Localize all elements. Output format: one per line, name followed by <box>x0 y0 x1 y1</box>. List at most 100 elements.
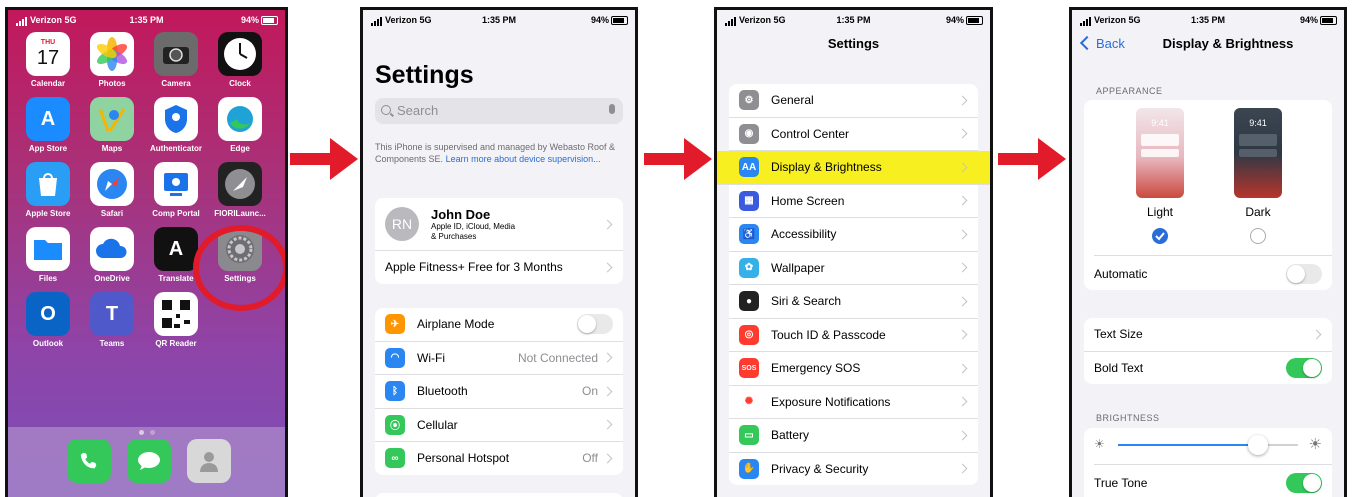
row-label: Wallpaper <box>771 260 825 275</box>
comp-portal-icon <box>154 162 198 206</box>
maps-icon <box>90 97 134 141</box>
slider-thumb[interactable] <box>1248 435 1269 455</box>
app-files[interactable]: Files <box>18 227 78 283</box>
app-maps[interactable]: Maps <box>82 97 142 153</box>
apple-id-row[interactable]: RN John Doe Apple ID, iCloud, Media & Pu… <box>375 198 623 251</box>
chevron-right-icon <box>957 329 968 340</box>
app-clock[interactable]: Clock <box>210 32 270 88</box>
dark-preview-time: 9:41 <box>1249 118 1267 128</box>
app-comp-portal[interactable]: Comp Portal <box>146 162 206 218</box>
battery-percent: 94% <box>1299 15 1318 25</box>
settings-row-cellular[interactable]: ⦿ Cellular <box>375 409 623 442</box>
fitness-label: Apple Fitness+ Free for 3 Months <box>385 260 563 275</box>
settings-row-privacy-security[interactable]: ✋ Privacy & Security <box>729 453 978 486</box>
fitness-row[interactable]: Apple Fitness+ Free for 3 Months <box>375 251 623 284</box>
messages-icon <box>127 439 171 483</box>
dock-contacts[interactable] <box>179 439 239 483</box>
arrow-icon <box>998 138 1066 180</box>
avatar: RN <box>385 207 419 241</box>
settings-row-bluetooth[interactable]: ᛒ Bluetooth On <box>375 375 623 409</box>
settings-row-accessibility[interactable]: ♿ Accessibility <box>729 218 978 252</box>
arrow-icon <box>290 138 358 180</box>
appearance-label: APPEARANCE <box>1096 86 1163 96</box>
settings-row-control-center[interactable]: ◉ Control Center <box>729 118 978 151</box>
text-size-row[interactable]: Text Size <box>1084 318 1332 352</box>
app-photos[interactable]: Photos <box>82 32 142 88</box>
chevron-right-icon <box>957 396 968 407</box>
dark-radio-icon[interactable] <box>1250 228 1266 244</box>
app-store-icon: A <box>26 97 70 141</box>
row-label: Battery <box>771 428 810 443</box>
app-authenticator[interactable]: Authenticator <box>146 97 206 153</box>
files-icon <box>26 227 70 271</box>
settings-row-battery[interactable]: ▭ Battery <box>729 419 978 453</box>
search-input[interactable]: Search <box>375 98 623 124</box>
battery-percent: 94% <box>240 15 259 25</box>
next-card <box>375 493 623 497</box>
supervision-note: This iPhone is supervised and managed by… <box>375 142 615 164</box>
privacy-security-icon: ✋ <box>739 458 759 479</box>
true-tone-row: True Tone <box>1084 467 1332 497</box>
bold-text-toggle[interactable] <box>1286 357 1322 378</box>
bold-text-row: Bold Text <box>1084 352 1332 385</box>
automatic-row: Automatic <box>1084 258 1332 290</box>
app-onedrive[interactable]: OneDrive <box>82 227 142 283</box>
chevron-right-icon <box>957 229 968 240</box>
contacts-icon <box>187 439 231 483</box>
sun-large-icon: ☀ <box>1308 436 1322 453</box>
app-app-store[interactable]: A App Store <box>18 97 78 153</box>
cellular-icon: ⦿ <box>385 414 405 435</box>
app-label: Apple Store <box>25 209 71 218</box>
settings-row-display-brightness[interactable]: AA Display & Brightness <box>717 151 990 185</box>
row-label: Accessibility <box>771 227 837 242</box>
app-apple-store[interactable]: Apple Store <box>18 162 78 218</box>
dock-messages[interactable] <box>119 439 179 483</box>
row-label: Display & Brightness <box>771 160 882 175</box>
row-label: Wi-Fi <box>417 350 445 365</box>
app-teams[interactable]: T Teams <box>82 292 142 348</box>
chevron-right-icon <box>602 419 613 430</box>
automatic-toggle[interactable] <box>1286 264 1322 285</box>
settings-row-home-screen[interactable]: ▦ Home Screen <box>729 185 978 218</box>
light-preview[interactable]: 9:41 <box>1136 108 1184 198</box>
app-label: FIORILaunc... <box>214 209 266 218</box>
app-safari[interactable]: Safari <box>82 162 142 218</box>
settings-row-touch-id-passcode[interactable]: ◎ Touch ID & Passcode <box>729 319 978 352</box>
status-bar: Verizon 5G 1:35 PM 94% <box>1072 10 1344 30</box>
settings-list-card: ⚙ General ◉ Control Center AA Display & Brigh… <box>717 84 990 486</box>
app-fiorilaunc[interactable]: FIORILaunc... <box>210 162 270 218</box>
dock-phone[interactable] <box>59 439 119 483</box>
photos-icon <box>90 32 134 76</box>
battery-icon <box>261 16 278 25</box>
true-tone-toggle[interactable] <box>1286 473 1322 494</box>
settings-row-wallpaper[interactable]: ✿ Wallpaper <box>729 252 978 285</box>
settings-row-airplane-mode[interactable]: ✈ Airplane Mode <box>375 308 623 342</box>
apple-store-icon <box>26 162 70 206</box>
app-qr-reader[interactable]: QR Reader <box>146 292 206 348</box>
chevron-right-icon <box>957 463 968 474</box>
fiorilaunc-icon <box>218 162 262 206</box>
settings-row-wi-fi[interactable]: ◠ Wi-Fi Not Connected <box>375 342 623 375</box>
brightness-slider[interactable] <box>1118 435 1298 455</box>
light-checkmark-icon[interactable] <box>1152 228 1168 244</box>
dark-preview[interactable]: 9:41 <box>1234 108 1282 198</box>
airplane-mode-toggle[interactable] <box>577 314 613 335</box>
row-label: General <box>771 93 814 108</box>
settings-row-general[interactable]: ⚙ General <box>729 84 978 118</box>
settings-row-exposure-notifications[interactable]: ✺ Exposure Notifications <box>729 386 978 419</box>
battery-percent: 94% <box>590 15 609 25</box>
battery-icon: ▭ <box>739 425 759 446</box>
home-screen-phone: Verizon 5G 1:35 PM 94% THU 17 Calendar Phot… <box>5 7 288 497</box>
supervision-link[interactable]: Learn more about device supervision... <box>446 154 601 164</box>
app-outlook[interactable]: O Outlook <box>18 292 78 348</box>
settings-row-personal-hotspot[interactable]: ∞ Personal Hotspot Off <box>375 442 623 475</box>
app-camera[interactable]: Camera <box>146 32 206 88</box>
settings-row-emergency-sos[interactable]: SOS Emergency SOS <box>729 352 978 386</box>
settings-row-siri-search[interactable]: ● Siri & Search <box>729 285 978 319</box>
app-calendar[interactable]: THU 17 Calendar <box>18 32 78 88</box>
app-edge[interactable]: Edge <box>210 97 270 153</box>
row-value: On <box>581 384 598 399</box>
microphone-icon[interactable] <box>609 104 615 114</box>
airplane-mode-icon: ✈ <box>385 314 405 335</box>
control-center-icon: ◉ <box>739 123 759 144</box>
